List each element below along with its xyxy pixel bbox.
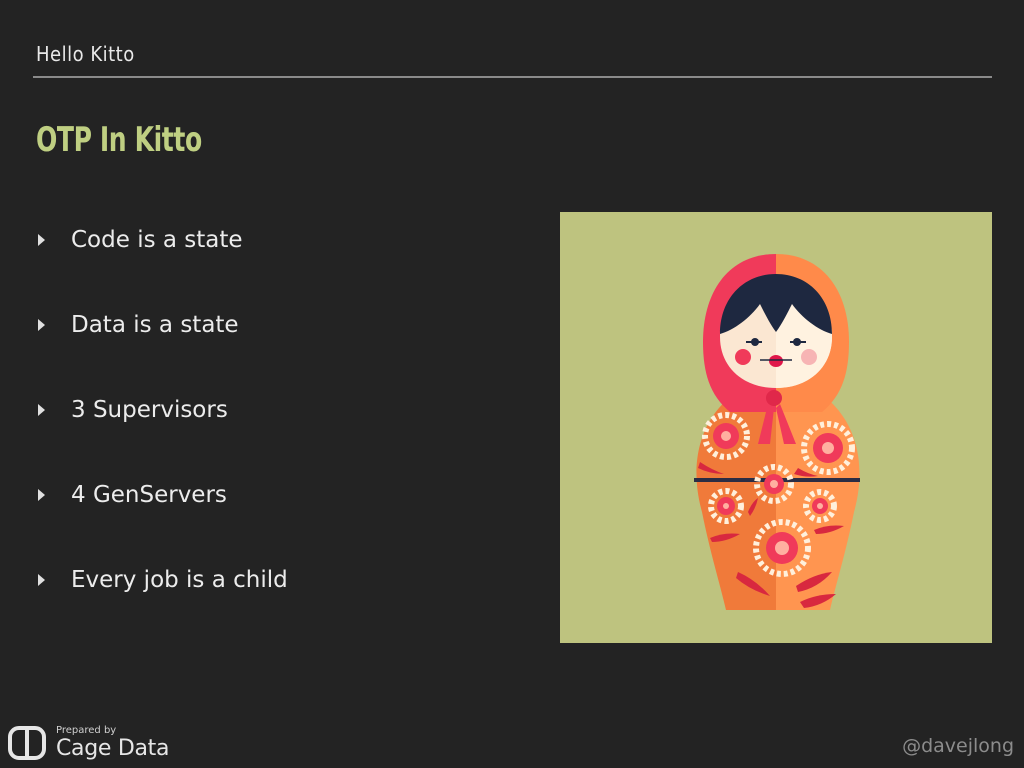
bullet-arrow-icon (38, 574, 45, 586)
bullet-list: Code is a state Data is a state 3 Superv… (38, 222, 288, 647)
bullet-item: Data is a state (38, 307, 288, 343)
bullet-item: 4 GenServers (38, 477, 288, 513)
bullet-text: Every job is a child (71, 567, 288, 593)
bullet-item: Code is a state (38, 222, 288, 258)
bullet-text: 3 Supervisors (71, 397, 228, 423)
section-header: Hello Kitto (36, 42, 135, 66)
matryoshka-doll-icon (694, 254, 860, 610)
bullet-item: 3 Supervisors (38, 392, 288, 428)
slide-title: OTP In Kitto (36, 120, 202, 160)
footer-logo: Prepared by Cage Data (8, 726, 169, 760)
bullet-arrow-icon (38, 319, 45, 331)
bullet-text: Data is a state (71, 312, 239, 338)
matryoshka-illustration (560, 212, 992, 643)
prepared-by-label: Prepared by (56, 725, 117, 736)
brand-name: Cage Data (56, 736, 170, 761)
bullet-arrow-icon (38, 404, 45, 416)
logo-text: Prepared by Cage Data (56, 726, 169, 760)
bullet-arrow-icon (38, 489, 45, 501)
cage-data-logo-icon (8, 726, 46, 760)
bullet-arrow-icon (38, 234, 45, 246)
bullet-item: Every job is a child (38, 562, 288, 598)
header-divider (33, 76, 992, 78)
bullet-text: 4 GenServers (71, 482, 227, 508)
bullet-text: Code is a state (71, 227, 243, 253)
author-handle: @davejlong (902, 735, 1014, 757)
